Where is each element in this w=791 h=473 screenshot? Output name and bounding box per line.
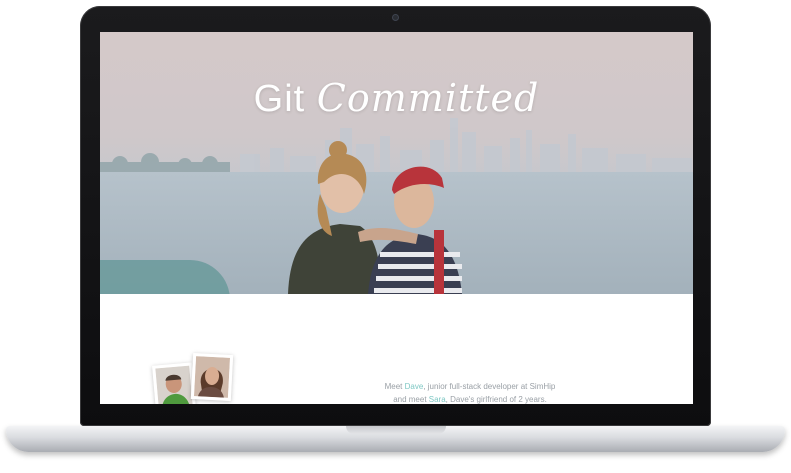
couple-photo <box>288 141 462 294</box>
hero-title-part2: Committed <box>316 76 540 120</box>
camera-icon <box>393 15 398 20</box>
intro-line-2: and meet Sara, Dave's girlfriend of 2 ye… <box>393 395 547 404</box>
sara-avatar <box>190 352 234 402</box>
dave-avatar <box>152 362 196 404</box>
laptop-base <box>6 426 785 452</box>
hero-title-part1: Git <box>253 78 306 120</box>
shoreline-rock <box>100 260 230 294</box>
laptop-lid: Git Committed Meet Dave, junior full-sta… <box>80 6 711 426</box>
intro-text: Meet Dave, junior full-stack developer a… <box>360 380 580 404</box>
sara-link[interactable]: Sara <box>429 395 446 404</box>
trackpad-notch <box>346 426 446 434</box>
dave-link[interactable]: Dave <box>405 382 424 391</box>
hero-banner: Git Committed <box>100 32 693 294</box>
hero-title: Git Committed <box>100 76 693 121</box>
laptop-screen: Git Committed Meet Dave, junior full-sta… <box>100 32 693 404</box>
intro-line-1: Meet Dave, junior full-stack developer a… <box>384 382 556 391</box>
polaroid-photos <box>152 352 244 404</box>
